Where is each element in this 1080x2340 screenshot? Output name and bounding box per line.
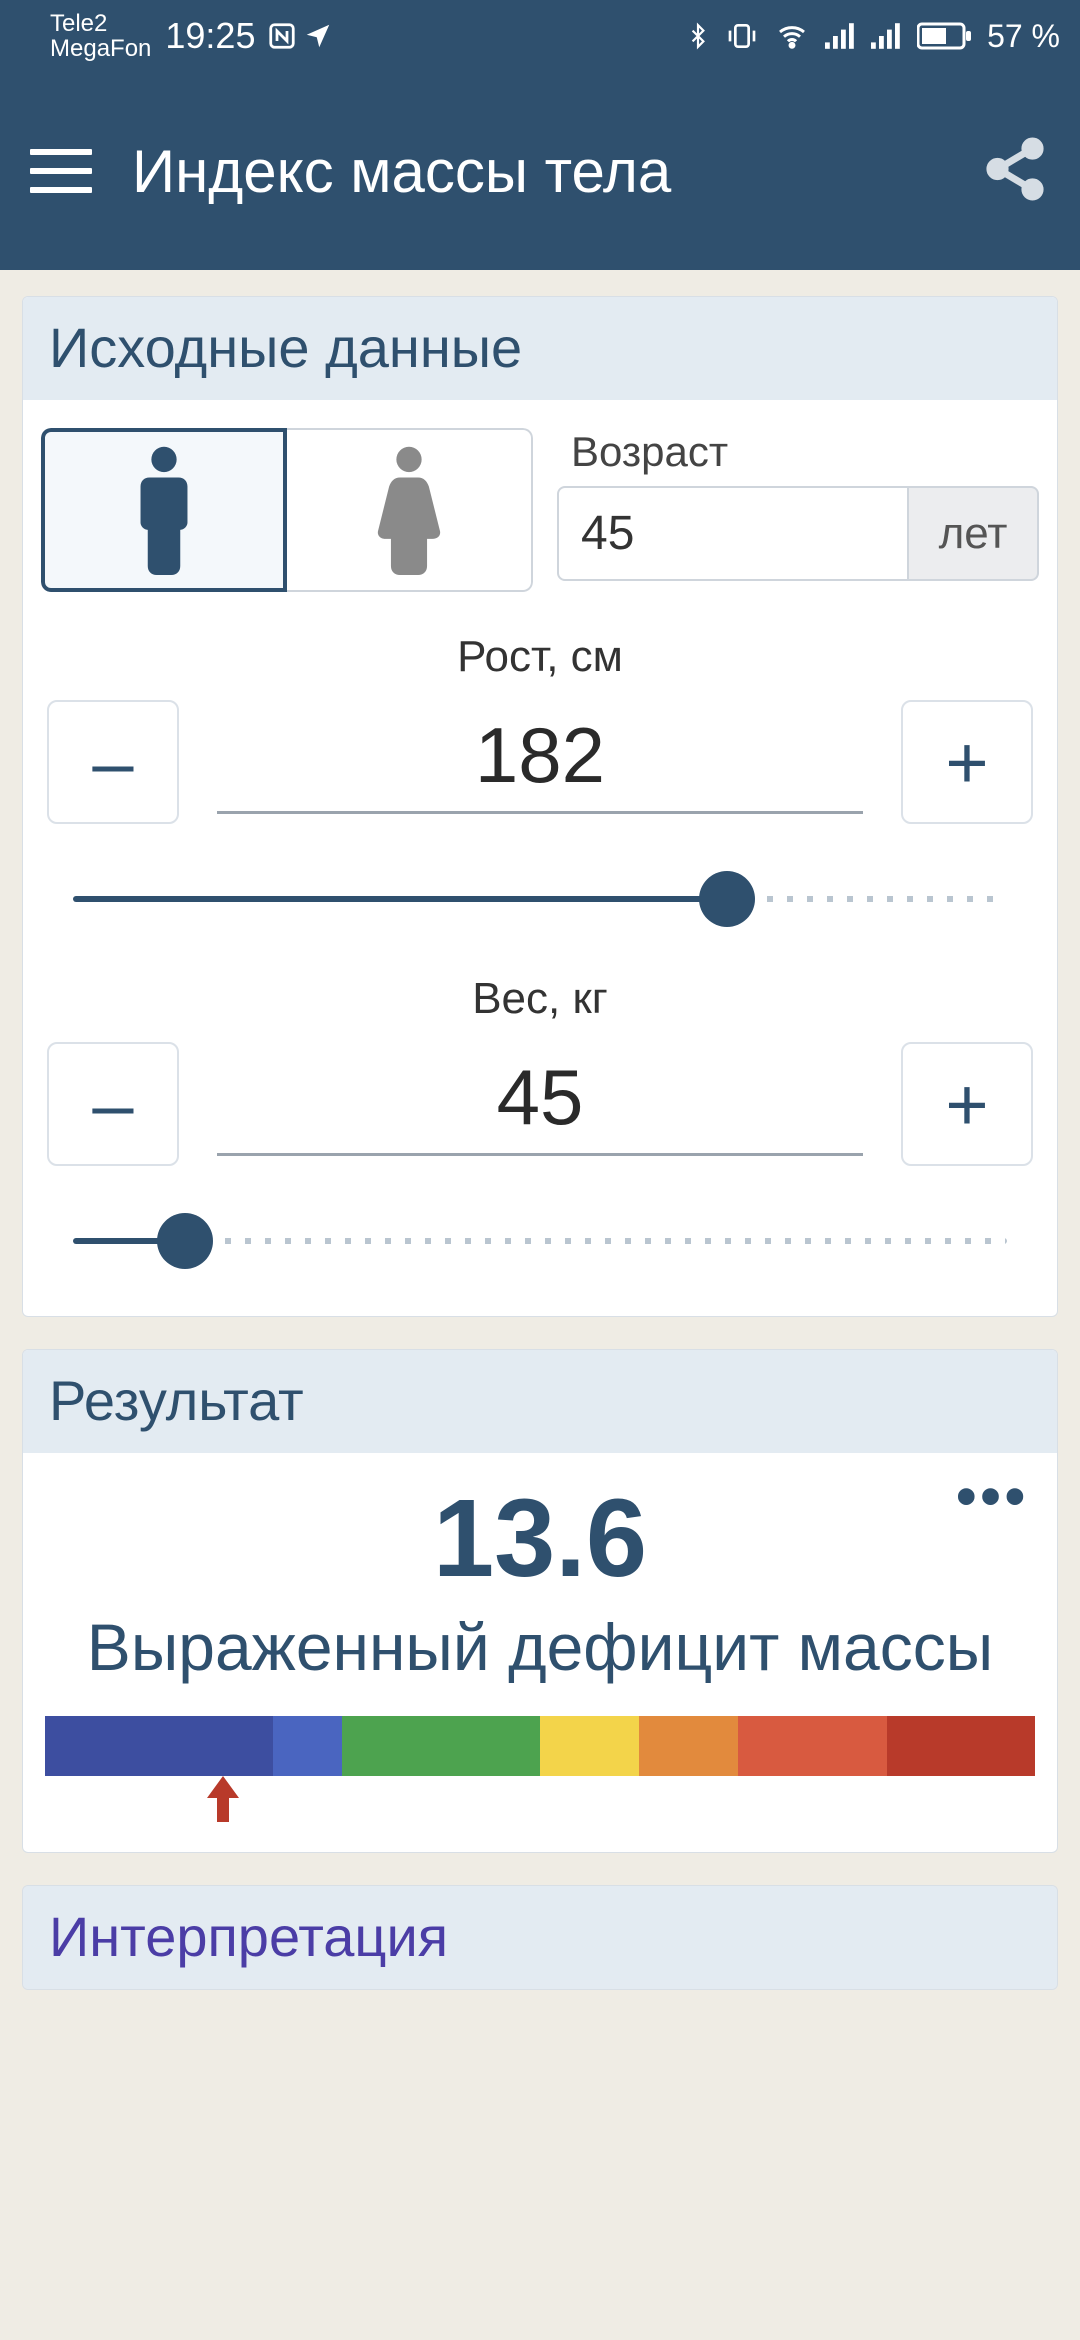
male-icon (127, 445, 201, 575)
share-button[interactable] (980, 134, 1050, 209)
female-icon (372, 445, 446, 575)
signal-2-icon (871, 22, 903, 50)
bmi-description: Выраженный дефицит массы (45, 1610, 1035, 1686)
gender-female-button[interactable] (287, 428, 533, 592)
arrow-up-icon (203, 1776, 243, 1822)
status-bar: Tele2 MegaFon 19:25 57 % (0, 0, 1080, 72)
weight-slider-thumb[interactable] (157, 1213, 213, 1269)
status-time: 19:25 (165, 15, 255, 57)
weight-value[interactable]: 45 (217, 1052, 863, 1156)
scale-segment (342, 1716, 540, 1776)
weight-plus-button[interactable]: + (901, 1042, 1033, 1166)
height-slider[interactable] (73, 864, 1007, 934)
scale-segment (45, 1716, 273, 1776)
age-label: Возраст (557, 428, 1039, 476)
bmi-arrow-indicator (203, 1776, 243, 1827)
location-icon (303, 21, 333, 51)
age-input[interactable]: 45 (557, 486, 909, 581)
page-title: Индекс массы тела (132, 137, 671, 206)
scale-segment (273, 1716, 342, 1776)
status-right-icons: 57 % (685, 18, 1060, 55)
wifi-icon (773, 20, 811, 52)
carrier-block: Tele2 MegaFon (50, 11, 151, 61)
input-card-title: Исходные данные (23, 297, 1057, 400)
carrier-2: MegaFon (50, 36, 151, 61)
weight-slider[interactable] (73, 1206, 1007, 1276)
gender-male-button[interactable] (41, 428, 287, 592)
weight-block: Вес, кг – 45 + (41, 974, 1039, 1276)
nfc-icon (267, 21, 297, 51)
height-slider-thumb[interactable] (699, 871, 755, 927)
height-block: Рост, см – 182 + (41, 632, 1039, 934)
scale-segment (639, 1716, 738, 1776)
scale-segment (887, 1716, 1036, 1776)
vibrate-icon (725, 20, 759, 52)
age-unit: лет (909, 486, 1039, 581)
result-more-button[interactable]: ••• (956, 1463, 1029, 1530)
result-card: Результат ••• 13.6 Выраженный дефицит ма… (22, 1349, 1058, 1853)
menu-button[interactable] (30, 140, 92, 202)
age-block: Возраст 45 лет (557, 428, 1039, 581)
scale-segment (738, 1716, 887, 1776)
input-data-card: Исходные данные Возраст 45 лет (22, 296, 1058, 1317)
height-label: Рост, см (41, 632, 1039, 682)
share-icon (980, 134, 1050, 204)
weight-minus-button[interactable]: – (47, 1042, 179, 1166)
height-minus-button[interactable]: – (47, 700, 179, 824)
height-plus-button[interactable]: + (901, 700, 1033, 824)
battery-icon (917, 21, 973, 51)
battery-percent: 57 % (987, 18, 1060, 55)
carrier-1: Tele2 (50, 11, 151, 36)
gender-toggle (41, 428, 533, 592)
bmi-value: 13.6 (45, 1475, 1035, 1602)
app-bar: Индекс массы тела (0, 72, 1080, 270)
interpretation-card-title: Интерпретация (23, 1886, 1057, 1989)
height-slider-fill (73, 896, 727, 902)
signal-1-icon (825, 22, 857, 50)
height-value[interactable]: 182 (217, 710, 863, 814)
bluetooth-icon (685, 20, 711, 52)
interpretation-card: Интерпретация (22, 1885, 1058, 1990)
bmi-color-scale (45, 1716, 1035, 1776)
status-left-icons (267, 21, 333, 51)
weight-label: Вес, кг (41, 974, 1039, 1024)
scale-segment (540, 1716, 639, 1776)
result-card-title: Результат (23, 1350, 1057, 1453)
